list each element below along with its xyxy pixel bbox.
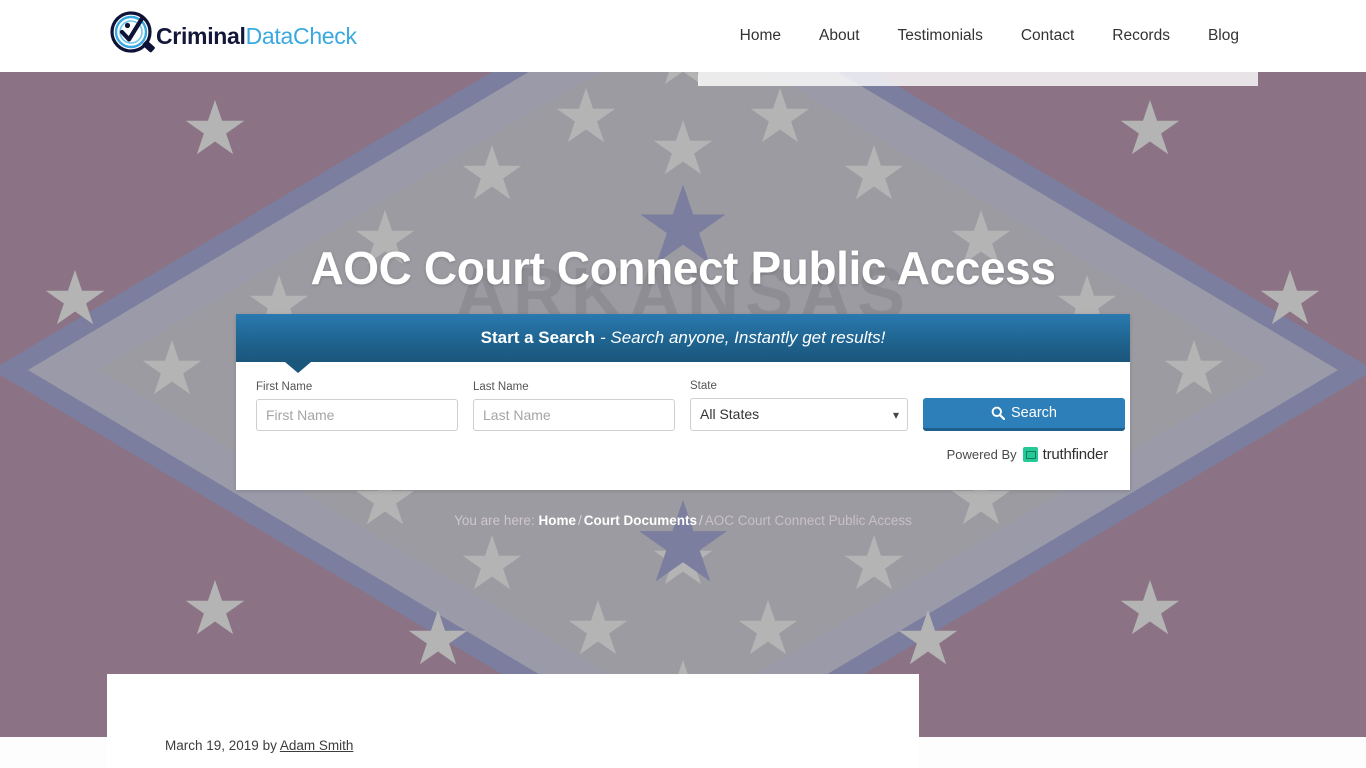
header-underlay-strip (698, 72, 1258, 86)
logo-text-secondary: DataCheck (245, 22, 357, 49)
header-inner: CriminalDataCheck Home About Testimonial… (0, 0, 1366, 72)
breadcrumb-prefix: You are here: (454, 513, 535, 528)
search-widget: Start a Search - Search anyone, Instantl… (236, 314, 1130, 490)
nav-item-about[interactable]: About (800, 0, 879, 72)
powered-by-row: Powered By truthfinder (256, 446, 1110, 463)
breadcrumb: You are here: Home / Court Documents / AOC C… (0, 513, 1366, 528)
state-label: State (690, 380, 717, 392)
post-date: March 19, 2019 (165, 738, 259, 753)
search-heading-bold: Start a Search (480, 328, 595, 347)
truthfinder-badge-icon (1022, 446, 1038, 462)
post-content-card: March 19, 2019 by Adam Smith (107, 674, 919, 768)
last-name-field-group: Last Name (473, 381, 675, 431)
breadcrumb-link-home[interactable]: Home (538, 513, 576, 528)
state-select-wrap: All States ▾ (690, 397, 908, 431)
page-title: AOC Court Connect Public Access (310, 242, 1056, 294)
state-field-group: State All States ▾ (690, 380, 908, 431)
search-widget-body: First Name Last Name State All States ▾ (236, 362, 1130, 490)
logo-text-primary: Criminal (156, 22, 246, 49)
heading-notch-triangle (285, 362, 311, 373)
last-name-label: Last Name (473, 381, 529, 393)
post-author-link[interactable]: Adam Smith (280, 738, 354, 753)
breadcrumb-current-page: AOC Court Connect Public Access (704, 513, 912, 528)
truthfinder-wordmark: truthfinder (1042, 445, 1109, 463)
nav-item-home[interactable]: Home (721, 0, 800, 72)
first-name-input[interactable] (256, 398, 458, 431)
post-by-label: by (262, 738, 277, 753)
first-name-field-group: First Name (256, 381, 458, 431)
state-select[interactable]: All States (690, 397, 908, 431)
post-meta: March 19, 2019 by Adam Smith (165, 738, 353, 753)
first-name-label: First Name (256, 381, 313, 393)
breadcrumb-separator-2: / (699, 513, 703, 528)
search-heading-italic: - Search anyone, Instantly get results! (599, 328, 886, 347)
magnifier-checkmark-logo-icon (107, 10, 159, 62)
breadcrumb-link-court-documents[interactable]: Court Documents (584, 513, 697, 528)
powered-by-label: Powered By (946, 446, 1017, 462)
nav-item-records[interactable]: Records (1093, 0, 1189, 72)
search-widget-heading: Start a Search - Search anyone, Instantl… (236, 314, 1130, 373)
site-logo-link[interactable]: CriminalDataCheck (107, 10, 357, 62)
site-header: CriminalDataCheck Home About Testimonial… (0, 0, 1366, 72)
nav-item-testimonials[interactable]: Testimonials (879, 0, 1002, 72)
last-name-input[interactable] (473, 398, 675, 431)
search-field-row: First Name Last Name State All States ▾ (256, 380, 1125, 431)
page-root: ARKANSAS CriminalDataCheck Home About Te… (0, 0, 1366, 768)
search-button-group: Search (923, 397, 1125, 431)
search-button-label: Search (1011, 404, 1057, 421)
breadcrumb-separator-1: / (577, 513, 582, 528)
search-button[interactable]: Search (923, 397, 1125, 431)
nav-item-contact[interactable]: Contact (1002, 0, 1093, 72)
site-logo-text: CriminalDataCheck (156, 23, 357, 50)
search-icon (991, 406, 1006, 420)
nav-item-blog[interactable]: Blog (1189, 0, 1258, 72)
truthfinder-logo: truthfinder (1022, 445, 1109, 463)
main-navigation: Home About Testimonials Contact Records … (721, 0, 1258, 72)
